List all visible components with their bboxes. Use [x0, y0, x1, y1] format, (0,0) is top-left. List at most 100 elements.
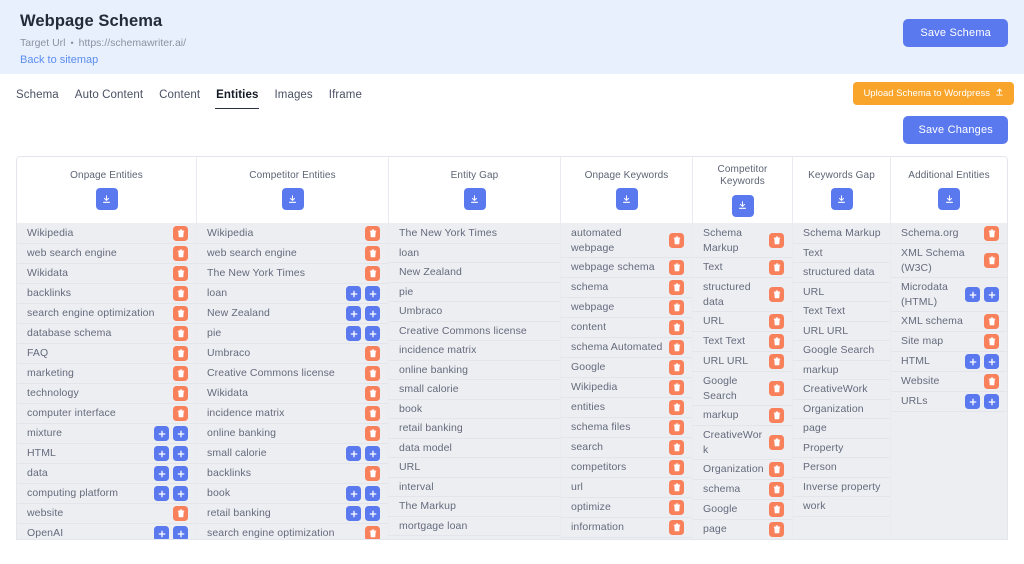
save-schema-button[interactable]: Save Schema [903, 19, 1008, 47]
plus-icon[interactable] [365, 446, 380, 461]
trash-icon[interactable] [173, 266, 188, 281]
plus-icon[interactable] [154, 526, 169, 539]
trash-icon[interactable] [769, 334, 784, 349]
plus-icon[interactable] [346, 306, 361, 321]
trash-icon[interactable] [769, 522, 784, 537]
trash-icon[interactable] [984, 334, 999, 349]
plus-icon[interactable] [365, 506, 380, 521]
trash-icon[interactable] [669, 260, 684, 275]
trash-icon[interactable] [669, 280, 684, 295]
plus-icon[interactable] [984, 354, 999, 369]
trash-icon[interactable] [365, 226, 380, 241]
trash-icon[interactable] [365, 386, 380, 401]
trash-icon[interactable] [173, 326, 188, 341]
trash-icon[interactable] [669, 233, 684, 248]
trash-icon[interactable] [984, 226, 999, 241]
download-icon[interactable] [463, 188, 486, 211]
download-icon[interactable] [615, 188, 638, 211]
trash-icon[interactable] [365, 366, 380, 381]
trash-icon[interactable] [769, 462, 784, 477]
plus-icon[interactable] [154, 486, 169, 501]
trash-icon[interactable] [769, 354, 784, 369]
trash-icon[interactable] [669, 480, 684, 495]
trash-icon[interactable] [984, 314, 999, 329]
trash-icon[interactable] [365, 526, 380, 539]
trash-icon[interactable] [669, 440, 684, 455]
trash-icon[interactable] [769, 435, 784, 450]
plus-icon[interactable] [173, 466, 188, 481]
tab-content[interactable]: Content [151, 78, 208, 110]
trash-icon[interactable] [669, 320, 684, 335]
download-icon[interactable] [95, 188, 118, 211]
tab-entities[interactable]: Entities [208, 78, 266, 110]
plus-icon[interactable] [365, 326, 380, 341]
trash-icon[interactable] [669, 380, 684, 395]
plus-icon[interactable] [365, 486, 380, 501]
trash-icon[interactable] [769, 381, 784, 396]
plus-icon[interactable] [965, 354, 980, 369]
plus-icon[interactable] [346, 326, 361, 341]
plus-icon[interactable] [346, 446, 361, 461]
trash-icon[interactable] [669, 360, 684, 375]
trash-icon[interactable] [173, 406, 188, 421]
back-to-sitemap-link[interactable]: Back to sitemap [20, 53, 1008, 67]
plus-icon[interactable] [154, 466, 169, 481]
trash-icon[interactable] [769, 482, 784, 497]
plus-icon[interactable] [173, 486, 188, 501]
trash-icon[interactable] [669, 520, 684, 535]
save-changes-button[interactable]: Save Changes [903, 116, 1008, 144]
trash-icon[interactable] [173, 366, 188, 381]
plus-icon[interactable] [154, 446, 169, 461]
trash-icon[interactable] [769, 502, 784, 517]
trash-icon[interactable] [669, 400, 684, 415]
upload-schema-to-wordpress-button[interactable]: Upload Schema to Wordpress [853, 82, 1014, 105]
trash-icon[interactable] [769, 408, 784, 423]
trash-icon[interactable] [769, 287, 784, 302]
trash-icon[interactable] [984, 253, 999, 268]
trash-icon[interactable] [365, 426, 380, 441]
tab-images[interactable]: Images [266, 78, 320, 110]
tab-auto-content[interactable]: Auto Content [67, 78, 151, 110]
trash-icon[interactable] [365, 346, 380, 361]
download-icon[interactable] [938, 188, 960, 211]
trash-icon[interactable] [173, 306, 188, 321]
trash-icon[interactable] [669, 500, 684, 515]
plus-icon[interactable] [346, 506, 361, 521]
trash-icon[interactable] [769, 260, 784, 275]
plus-icon[interactable] [984, 287, 999, 302]
download-icon[interactable] [281, 188, 304, 211]
plus-icon[interactable] [965, 287, 980, 302]
trash-icon[interactable] [173, 286, 188, 301]
plus-icon[interactable] [965, 394, 980, 409]
trash-icon[interactable] [365, 246, 380, 261]
plus-icon[interactable] [173, 426, 188, 441]
trash-icon[interactable] [365, 266, 380, 281]
plus-icon[interactable] [173, 446, 188, 461]
plus-icon[interactable] [346, 286, 361, 301]
tab-iframe[interactable]: Iframe [321, 78, 370, 110]
plus-icon[interactable] [346, 486, 361, 501]
trash-icon[interactable] [769, 314, 784, 329]
download-icon[interactable] [731, 194, 754, 217]
trash-icon[interactable] [669, 300, 684, 315]
trash-icon[interactable] [365, 406, 380, 421]
trash-icon[interactable] [173, 226, 188, 241]
plus-icon[interactable] [154, 426, 169, 441]
trash-icon[interactable] [173, 246, 188, 261]
trash-icon[interactable] [365, 466, 380, 481]
trash-icon[interactable] [669, 340, 684, 355]
trash-icon[interactable] [669, 420, 684, 435]
download-icon[interactable] [830, 188, 853, 211]
plus-icon[interactable] [984, 394, 999, 409]
trash-icon[interactable] [769, 233, 784, 248]
tab-schema[interactable]: Schema [8, 78, 67, 110]
plus-icon[interactable] [365, 306, 380, 321]
plus-icon[interactable] [173, 526, 188, 539]
row-actions [154, 466, 188, 481]
trash-icon[interactable] [669, 460, 684, 475]
trash-icon[interactable] [173, 386, 188, 401]
trash-icon[interactable] [173, 346, 188, 361]
plus-icon[interactable] [365, 286, 380, 301]
trash-icon[interactable] [984, 374, 999, 389]
trash-icon[interactable] [173, 506, 188, 521]
